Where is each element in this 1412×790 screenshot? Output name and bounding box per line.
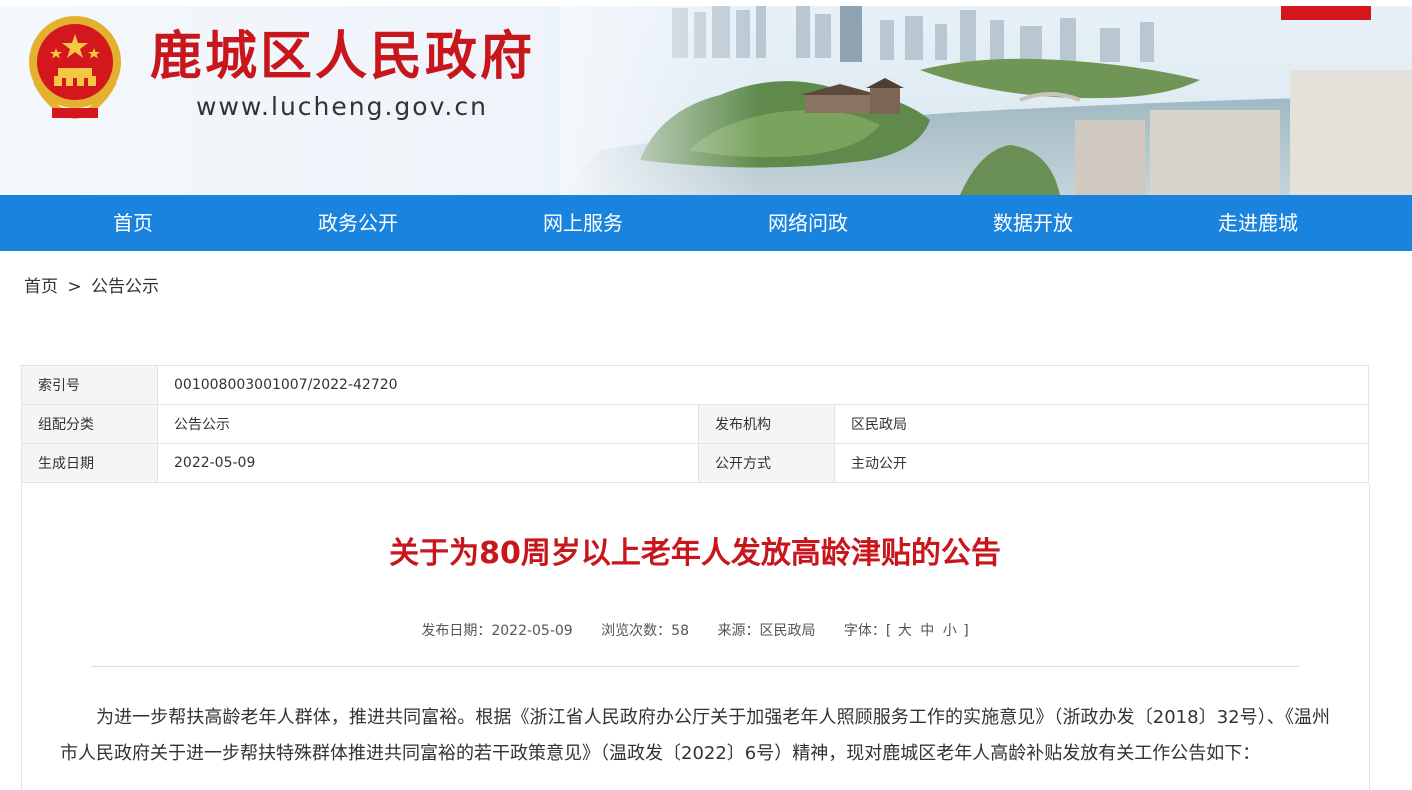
meta-key: 生成日期 <box>21 443 158 483</box>
meta-value: 公告公示 <box>157 404 699 444</box>
meta-value: 2022-05-09 <box>157 443 699 483</box>
main-nav: 首页 政务公开 网上服务 网络问政 数据开放 走进鹿城 <box>0 195 1412 251</box>
nav-item-online-inquiry[interactable]: 网络问政 <box>728 195 888 251</box>
breadcrumb-separator: > <box>67 277 82 297</box>
breadcrumb: 首页 > 公告公示 <box>24 272 163 297</box>
site-url: www.lucheng.gov.cn <box>196 92 488 121</box>
meta-value: 主动公开 <box>834 443 1369 483</box>
nav-item-about-lucheng[interactable]: 走进鹿城 <box>1178 195 1338 251</box>
article-paragraph: 为进一步帮扶高龄老年人群体，推进共同富裕。根据《浙江省人民政府办公厅关于加强老年… <box>60 707 1330 764</box>
top-strip <box>0 0 1412 6</box>
meta-value: 区民政局 <box>834 404 1369 444</box>
font-size-close: ] <box>963 623 969 639</box>
meta-key: 公开方式 <box>698 443 835 483</box>
table-row: 索引号 001008003001007/2022-42720 <box>21 365 1369 405</box>
font-size-label: 字体：[ <box>843 623 892 639</box>
national-emblem-icon <box>29 16 121 120</box>
site-name[interactable]: 鹿城区人民政府 <box>150 22 535 92</box>
meta-key: 组配分类 <box>21 404 158 444</box>
site-header: 鹿城区人民政府 www.lucheng.gov.cn <box>0 0 1412 195</box>
top-red-tab[interactable] <box>1281 6 1371 20</box>
source: 来源：区民政局 <box>717 623 816 639</box>
nav-item-open-data[interactable]: 数据开放 <box>953 195 1113 251</box>
nav-item-gov-affairs[interactable]: 政务公开 <box>278 195 438 251</box>
divider <box>91 666 1299 667</box>
nav-item-home[interactable]: 首页 <box>53 195 213 251</box>
nav-item-online-services[interactable]: 网上服务 <box>503 195 663 251</box>
breadcrumb-home[interactable]: 首页 <box>24 277 58 297</box>
font-size-small-button[interactable]: 小 <box>943 623 957 639</box>
publish-date: 发布日期：2022-05-09 <box>421 623 573 639</box>
table-row: 生成日期 2022-05-09 公开方式 主动公开 <box>21 443 1369 483</box>
article-title: 关于为80周岁以上老年人发放高龄津贴的公告 <box>389 536 1001 571</box>
meta-value: 001008003001007/2022-42720 <box>157 365 1369 405</box>
article-info-bar: 发布日期：2022-05-09 浏览次数：58 来源：区民政局 字体：[ 大 中… <box>0 620 1390 640</box>
meta-key: 索引号 <box>21 365 158 405</box>
document-meta-table: 索引号 001008003001007/2022-42720 组配分类 公告公示… <box>21 365 1369 483</box>
view-count: 浏览次数：58 <box>601 623 689 639</box>
table-row: 组配分类 公告公示 发布机构 区民政局 <box>21 404 1369 444</box>
font-size-medium-button[interactable]: 中 <box>920 623 934 639</box>
breadcrumb-current[interactable]: 公告公示 <box>91 277 159 297</box>
font-size-large-button[interactable]: 大 <box>898 623 912 639</box>
meta-key: 发布机构 <box>698 404 835 444</box>
